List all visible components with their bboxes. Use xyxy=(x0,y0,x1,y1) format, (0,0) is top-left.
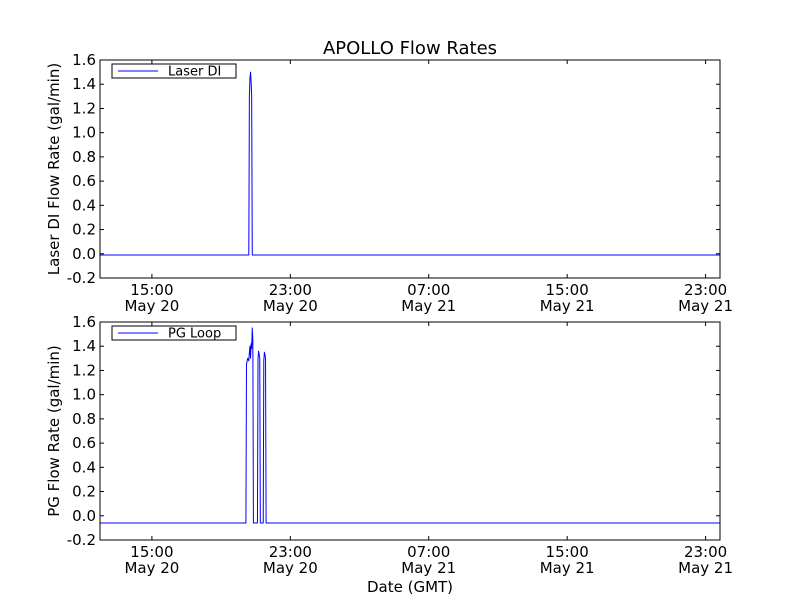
x-tick-date-label: May 21 xyxy=(401,297,456,315)
x-tick-date-label: May 21 xyxy=(678,559,733,577)
chart-title: APOLLO Flow Rates xyxy=(323,38,497,59)
plot-frame xyxy=(99,59,721,279)
x-tick-date-label: May 21 xyxy=(401,559,456,577)
x-tick-date-label: May 20 xyxy=(124,559,179,577)
x-axis-label: Date (GMT) xyxy=(367,578,453,596)
y-tick-label: 0.4 xyxy=(72,196,96,214)
x-tick-date-label: May 21 xyxy=(540,297,595,315)
x-tick-date-label: May 21 xyxy=(678,297,733,315)
y-tick-label: -0.2 xyxy=(67,269,96,287)
y-tick-label: 1.4 xyxy=(72,337,96,355)
y-axis-label: PG Flow Rate (gal/min) xyxy=(45,345,63,517)
plot-panel-1: -0.20.00.20.40.60.81.01.21.41.615:00May … xyxy=(45,51,733,315)
y-tick-label: 0.0 xyxy=(72,507,96,525)
y-tick-label: 0.8 xyxy=(72,410,96,428)
x-tick-date-label: May 21 xyxy=(540,559,595,577)
series-line-laser-di xyxy=(100,71,720,256)
legend: PG Loop xyxy=(111,325,237,342)
x-tick-date-label: May 20 xyxy=(124,297,179,315)
y-tick-label: 0.6 xyxy=(72,434,96,452)
legend-label: PG Loop xyxy=(168,327,221,342)
y-axis-label: Laser DI Flow Rate (gal/min) xyxy=(45,63,63,275)
y-tick-label: 1.6 xyxy=(72,313,96,331)
chart-figure: APOLLO Flow Rates Date (GMT) -0.2 0.0 0.2 0… xyxy=(0,0,800,600)
plot-panel-2: -0.20.00.20.40.60.81.01.21.41.615:00May … xyxy=(45,313,733,577)
y-tick-label: 1.2 xyxy=(72,361,96,379)
x-tick-date-label: May 20 xyxy=(263,297,318,315)
y-tick-label: 0.4 xyxy=(72,458,96,476)
series-line-pg-loop xyxy=(100,327,720,524)
y-tick-label: 1.4 xyxy=(72,75,96,93)
y-tick-label: 1.2 xyxy=(72,99,96,117)
y-tick-label: 0.6 xyxy=(72,172,96,190)
plot-frame xyxy=(99,321,721,541)
y-tick-label: 0.8 xyxy=(72,148,96,166)
chart-canvas: APOLLO Flow Rates Date (GMT) -0.2 0.0 0.2 0… xyxy=(45,38,733,596)
y-tick-label: 0.0 xyxy=(72,245,96,263)
legend-label: Laser DI xyxy=(168,65,221,80)
y-tick-label: -0.2 xyxy=(67,531,96,549)
y-tick-label: 0.2 xyxy=(72,483,96,501)
y-tick-label: 0.2 xyxy=(72,221,96,239)
x-tick-date-label: May 20 xyxy=(263,559,318,577)
y-tick-label: 1.0 xyxy=(72,124,96,142)
legend: Laser DI xyxy=(111,63,237,80)
y-tick-label: 1.6 xyxy=(72,51,96,69)
y-tick-label: 1.0 xyxy=(72,386,96,404)
